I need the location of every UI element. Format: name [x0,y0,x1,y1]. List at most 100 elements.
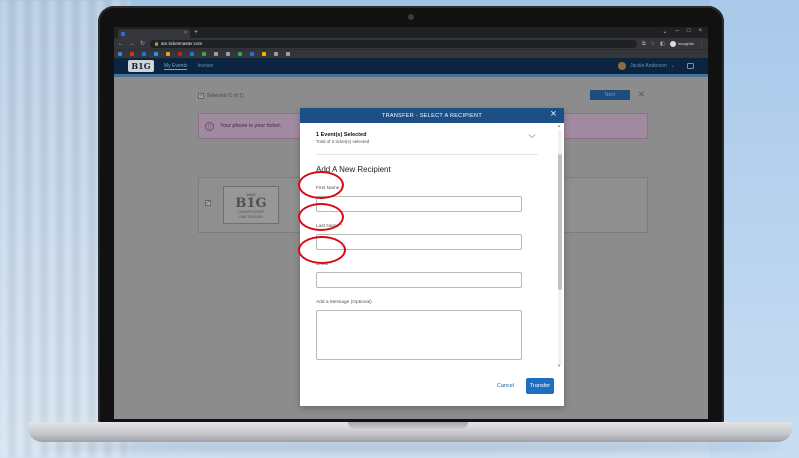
cancel-button[interactable]: Cancel [497,383,514,389]
event-logo: 2022 B1G CHAMPIONSHIP ONE DIVISION [223,186,279,224]
lock-icon: 🔒 [154,41,160,46]
transfer-button[interactable]: Transfer [526,378,554,394]
bookmark-item[interactable] [130,52,136,56]
bookmarks-bar [114,49,708,58]
b1g-logo[interactable]: B1G [128,60,154,72]
url-field[interactable]: 🔒 am.ticketmaster.com [150,39,637,48]
incognito-icon [669,40,676,47]
window-controls: ⌄ – □ × [662,28,702,35]
laptop-shadow [40,442,780,452]
bookmark-item[interactable] [226,52,232,56]
close-window-icon[interactable]: × [698,28,702,35]
back-icon[interactable]: ← [118,41,124,47]
incognito-badge[interactable]: Incognito [669,40,694,47]
annotation-circle-email [298,236,346,264]
maximize-icon[interactable]: □ [687,28,691,35]
bookmark-item[interactable] [190,52,196,56]
user-menu[interactable]: Jackie Anderson ⌄ [618,62,694,70]
bookmark-item[interactable] [178,52,184,56]
bookmark-icon [118,52,122,56]
bookmark-icon [154,52,158,56]
bookmark-icon [166,52,170,56]
nav-my-events[interactable]: My Events [164,63,188,70]
tab-close-icon[interactable]: × [184,31,187,36]
bookmark-icon [202,52,206,56]
bookmark-item[interactable] [166,52,172,56]
browser-tab-bar: × + ⌄ – □ × [114,27,708,38]
bookmark-icon [274,52,278,56]
next-button[interactable]: Next [590,90,630,100]
first-name-input[interactable] [316,196,522,212]
page-footer [114,411,708,419]
bookmark-item[interactable] [262,52,268,56]
bookmark-icon [214,52,218,56]
close-icon[interactable]: × [550,109,557,120]
bookmark-item[interactable] [154,52,160,56]
bookmark-item[interactable] [286,52,292,56]
first-name-label: First Name * [316,184,538,192]
modal-header: TRANSFER - SELECT A RECIPIENT × [300,108,564,123]
bookmark-item[interactable] [214,52,220,56]
bookmark-item[interactable] [142,52,148,56]
nav-invoice[interactable]: Invoice [197,63,213,69]
event-logo-text: B1G [235,195,267,211]
bookmark-icon [130,52,134,56]
events-selected-title: 1 Event(s) Selected [316,132,367,138]
star-icon[interactable]: ☆ [651,41,655,47]
bookmark-item[interactable] [250,52,256,56]
url-host: am.ticketmaster.com [161,41,203,46]
chevron-down-icon[interactable] [528,132,536,140]
chevron-down-icon: ⌄ [670,63,675,69]
bookmark-icon [250,52,254,56]
cart-icon[interactable] [687,63,694,69]
bookmark-icon [262,52,266,56]
camera-icon [408,14,414,20]
bookmark-item[interactable] [118,52,124,56]
ticketmaster-page: B1G My Events Invoice Jackie Anderson ⌄ … [114,58,708,419]
last-name-field-group: Last Name * [316,222,538,250]
divider [316,154,538,155]
bookmark-item[interactable] [202,52,208,56]
forward-icon[interactable]: → [129,41,135,47]
scroll-up-icon[interactable]: ▲ [557,123,561,128]
user-name: Jackie Anderson [630,63,667,69]
modal-title: TRANSFER - SELECT A RECIPIENT [382,112,482,119]
minimize-icon[interactable]: – [676,28,679,35]
chevron-down-icon[interactable]: ⌄ [662,28,667,35]
incognito-label: Incognito [677,41,694,46]
events-selected-section[interactable]: 1 Event(s) Selected Total of 2 ticket(s)… [316,132,538,144]
reload-icon[interactable]: ↻ [140,40,145,47]
first-name-field-group: First Name * [316,184,538,212]
browser-tab[interactable]: × [118,29,190,38]
bookmark-item[interactable] [238,52,244,56]
bookmark-icon [178,52,182,56]
email-label: Email * [316,260,538,268]
menu-kebab-icon[interactable]: ⋮ [699,41,704,47]
message-label: Add a Message (Optional) [316,299,372,305]
last-name-input[interactable] [316,234,522,250]
selection-row: ✓ Selected (1 of 1) [198,93,244,99]
laptop-base [28,422,792,442]
email-field-group: Email * [316,260,538,288]
modal-footer: Cancel Transfer [300,366,564,406]
sidebar-icon[interactable]: ◧ [660,41,665,47]
bookmark-item[interactable] [274,52,280,56]
photo-scene: × + ⌄ – □ × ← → ↻ 🔒 am.ticketmaster.com [0,0,799,458]
bookmark-icon [226,52,230,56]
new-tab-icon[interactable]: + [194,29,198,36]
message-field-group: Add a Message (Optional) [316,298,538,360]
modal-scrollbar-thumb[interactable] [558,154,562,290]
extensions-icon[interactable]: ⧉ [642,41,646,47]
select-all-checkbox[interactable]: ✓ [198,93,204,99]
banner-title: Your phone is your ticket. [220,123,282,129]
favicon-icon [121,31,125,36]
laptop-notch [348,422,468,429]
email-input[interactable] [316,272,522,288]
add-recipient-title: Add A New Recipient [316,165,391,174]
annotation-circle-first-name [298,171,344,199]
modal-body: 1 Event(s) Selected Total of 2 ticket(s)… [316,132,538,360]
event-checkbox[interactable]: ✓ [205,200,211,206]
close-icon[interactable]: × [638,88,645,100]
annotation-circle-last-name [298,203,344,231]
message-textarea[interactable] [316,310,522,360]
